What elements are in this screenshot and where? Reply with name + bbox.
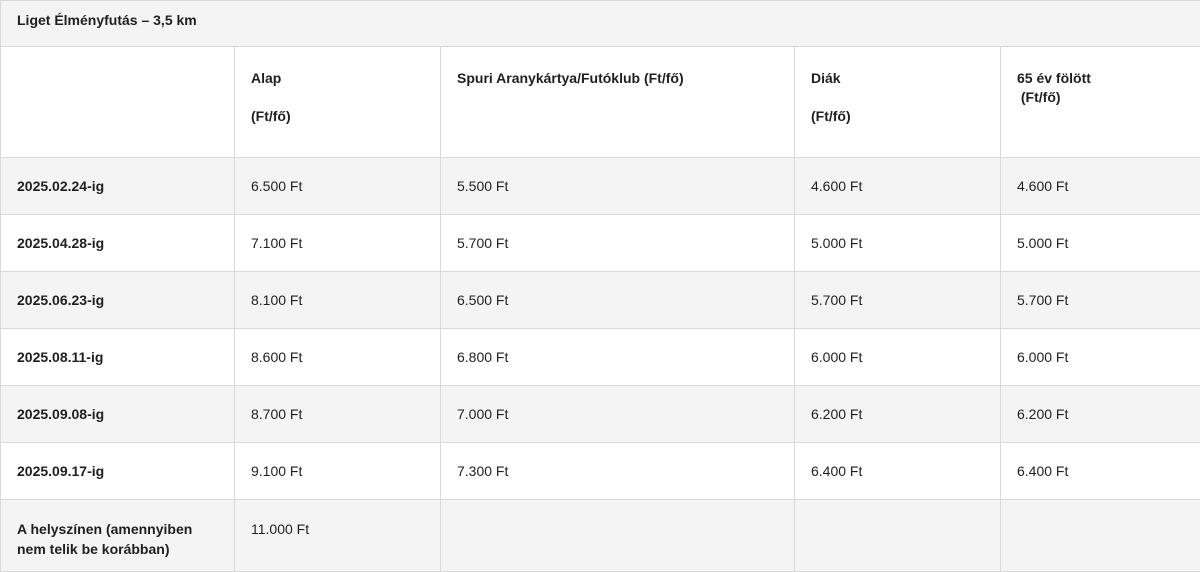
price-table: Liget Élményfutás – 3,5 km Alap (Ft/fő) S… — [0, 0, 1200, 572]
header-alap-unit: (Ft/fő) — [251, 108, 291, 124]
price-cell: 5.700 Ft — [441, 215, 795, 272]
price-cell: 6.400 Ft — [1001, 443, 1200, 500]
price-cell: 7.100 Ft — [235, 215, 441, 272]
price-cell — [1001, 500, 1200, 572]
header-senior-label: 65 év fölött — [1017, 70, 1091, 86]
header-alap: Alap (Ft/fő) — [235, 47, 441, 158]
header-senior: 65 év fölött (Ft/fő) — [1001, 47, 1200, 158]
price-cell — [795, 500, 1001, 572]
price-cell — [441, 500, 795, 572]
header-diak-label: Diák — [811, 70, 841, 86]
table-row-onsite: A helyszínen (amennyiben nem telik be ko… — [1, 500, 1200, 572]
price-cell: 7.300 Ft — [441, 443, 795, 500]
header-spuri-label: Spuri Aranykártya/Futóklub (Ft/fő) — [457, 70, 684, 86]
row-date: 2025.06.23-ig — [1, 272, 235, 329]
row-onsite-label: A helyszínen (amennyiben nem telik be ko… — [1, 500, 235, 572]
price-cell: 8.700 Ft — [235, 386, 441, 443]
price-cell: 6.500 Ft — [235, 158, 441, 215]
header-diak-unit: (Ft/fő) — [811, 108, 851, 124]
price-cell: 5.500 Ft — [441, 158, 795, 215]
row-date: 2025.09.08-ig — [1, 386, 235, 443]
price-cell: 5.700 Ft — [795, 272, 1001, 329]
table-header-row: Alap (Ft/fő) Spuri Aranykártya/Futóklub (… — [1, 47, 1200, 158]
price-cell: 5.000 Ft — [795, 215, 1001, 272]
price-cell: 6.500 Ft — [441, 272, 795, 329]
price-cell: 6.200 Ft — [795, 386, 1001, 443]
header-diak: Diák (Ft/fő) — [795, 47, 1001, 158]
table-row: 2025.08.11-ig 8.600 Ft 6.800 Ft 6.000 Ft… — [1, 329, 1200, 386]
price-cell: 7.000 Ft — [441, 386, 795, 443]
price-cell: 6.200 Ft — [1001, 386, 1200, 443]
price-cell: 4.600 Ft — [795, 158, 1001, 215]
price-cell: 11.000 Ft — [235, 500, 441, 572]
header-alap-label: Alap — [251, 70, 281, 86]
price-cell: 8.600 Ft — [235, 329, 441, 386]
row-date: 2025.08.11-ig — [1, 329, 235, 386]
header-empty-cell — [1, 47, 235, 158]
price-cell: 5.000 Ft — [1001, 215, 1200, 272]
table-row: 2025.06.23-ig 8.100 Ft 6.500 Ft 5.700 Ft… — [1, 272, 1200, 329]
table-row: 2025.09.08-ig 8.700 Ft 7.000 Ft 6.200 Ft… — [1, 386, 1200, 443]
row-date: 2025.09.17-ig — [1, 443, 235, 500]
row-date: 2025.02.24-ig — [1, 158, 235, 215]
table-row: 2025.04.28-ig 7.100 Ft 5.700 Ft 5.000 Ft… — [1, 215, 1200, 272]
row-date: 2025.04.28-ig — [1, 215, 235, 272]
price-cell: 4.600 Ft — [1001, 158, 1200, 215]
table-row: 2025.09.17-ig 9.100 Ft 7.300 Ft 6.400 Ft… — [1, 443, 1200, 500]
price-cell: 5.700 Ft — [1001, 272, 1200, 329]
price-cell: 6.000 Ft — [795, 329, 1001, 386]
price-cell: 6.800 Ft — [441, 329, 795, 386]
table-title: Liget Élményfutás – 3,5 km — [1, 1, 1200, 47]
price-cell: 6.400 Ft — [795, 443, 1001, 500]
price-cell: 9.100 Ft — [235, 443, 441, 500]
price-cell: 6.000 Ft — [1001, 329, 1200, 386]
header-senior-unit: (Ft/fő) — [1017, 89, 1061, 105]
price-cell: 8.100 Ft — [235, 272, 441, 329]
table-title-row: Liget Élményfutás – 3,5 km — [1, 1, 1200, 47]
table-row: 2025.02.24-ig 6.500 Ft 5.500 Ft 4.600 Ft… — [1, 158, 1200, 215]
header-spuri: Spuri Aranykártya/Futóklub (Ft/fő) — [441, 47, 795, 158]
